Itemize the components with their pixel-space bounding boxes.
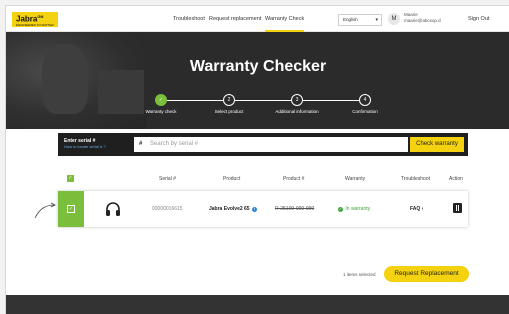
check-icon: ✓ xyxy=(338,207,343,212)
row-serial: 00000016615 xyxy=(152,206,183,212)
selected-count: 1 items selected xyxy=(343,272,376,277)
app-frame: JabraGN ENGINEERED TO MATTER Troubleshoo… xyxy=(5,5,509,314)
logo-tagline: ENGINEERED TO MATTER xyxy=(16,22,54,27)
headset-icon xyxy=(106,202,120,216)
arrow-icon xyxy=(34,202,56,219)
serial-search-input[interactable]: # Search by serial # xyxy=(134,137,408,152)
hero-banner xyxy=(6,32,509,129)
header-product: Product xyxy=(223,176,241,182)
row-product: Jabra Evolve2 65 i xyxy=(209,205,257,213)
nav-request-replacement[interactable]: Request replacement xyxy=(209,6,261,32)
nav-warranty-check[interactable]: Warranty Check xyxy=(265,6,305,32)
step-4-circle: 4 xyxy=(359,94,371,106)
info-icon[interactable]: i xyxy=(251,207,257,212)
step-4-label: Confirmation xyxy=(352,109,378,114)
page-footer xyxy=(6,295,509,314)
step-connector xyxy=(303,100,359,101)
serial-search-bar: Enter serial # How to locate serial # ? … xyxy=(58,133,468,156)
select-all-checkbox[interactable]: ✓ xyxy=(67,175,74,182)
search-placeholder: Search by serial # xyxy=(150,141,199,147)
step-2-circle: 2 xyxy=(223,94,235,106)
header-troubleshoot: Troubleshoot xyxy=(401,176,430,182)
logo-sup: GN xyxy=(37,14,44,19)
language-select[interactable]: English ▾ xyxy=(338,14,382,26)
language-value: English xyxy=(343,17,358,22)
step-2-label: Select product xyxy=(214,109,244,114)
hero-person-image xyxy=(42,44,88,114)
trash-icon[interactable] xyxy=(453,203,462,213)
header-product-number: Product # xyxy=(283,176,305,182)
step-1-check-icon: ✓ xyxy=(155,94,167,106)
table-row[interactable]: ✓ 00000016615 Jabra Evolve2 65 i R-25199… xyxy=(58,191,468,227)
row-warranty-status: In warranty xyxy=(345,206,371,212)
signout-link[interactable]: Sign Out xyxy=(468,6,489,32)
chevron-down-icon: ▾ xyxy=(375,17,378,23)
page-title: Warranty Checker xyxy=(189,58,327,75)
top-header: JabraGN ENGINEERED TO MATTER Troubleshoo… xyxy=(6,6,509,32)
row-product-number: R-25199-999-999 xyxy=(275,206,315,212)
header-action: Action xyxy=(449,176,463,182)
serial-help-link[interactable]: How to locate serial # ? xyxy=(64,144,106,149)
row-warranty: ✓ In warranty xyxy=(338,205,370,213)
row-select-area[interactable]: ✓ xyxy=(58,191,84,227)
step-1-label: Warranty check xyxy=(145,109,177,114)
row-product-name: Jabra Evolve2 65 xyxy=(209,206,250,212)
nav-troubleshoot[interactable]: Troubleshoot xyxy=(173,6,205,32)
user-info: Maarie maarie@abcsop.d xyxy=(404,12,441,24)
row-faq-link[interactable]: FAQ › xyxy=(410,205,423,213)
request-replacement-button[interactable]: Request Replacement xyxy=(384,266,469,282)
hash-icon: # xyxy=(139,141,143,147)
step-connector xyxy=(167,100,223,101)
check-warranty-button[interactable]: Check warranty xyxy=(410,137,464,152)
step-3-label: Additional information xyxy=(275,109,319,114)
hero-monitor-image xyxy=(98,70,144,114)
header-serial: Serial # xyxy=(159,176,176,182)
jabra-logo[interactable]: JabraGN ENGINEERED TO MATTER xyxy=(12,12,58,27)
step-connector xyxy=(235,100,291,101)
row-checkbox[interactable]: ✓ xyxy=(67,205,75,213)
step-3-circle: 3 xyxy=(291,94,303,106)
header-warranty: Warranty xyxy=(345,176,366,182)
user-email: maarie@abcsop.d xyxy=(404,18,441,23)
avatar[interactable]: M xyxy=(388,13,400,25)
